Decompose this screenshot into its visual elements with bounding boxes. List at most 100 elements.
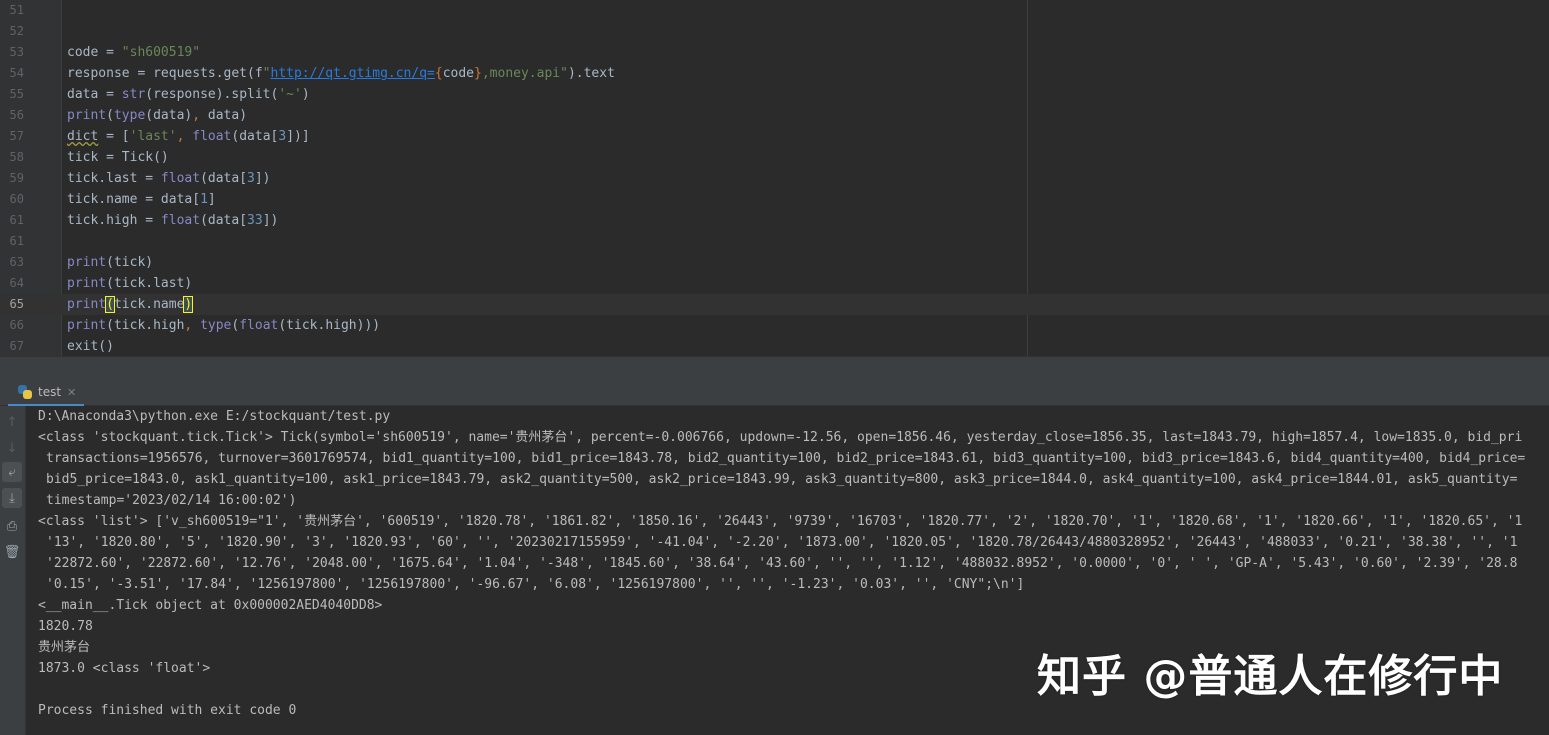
code-token: (response).split(: [145, 87, 279, 102]
code-line[interactable]: 63 print(tick): [0, 252, 1549, 273]
code-text: tick.last = float(data[3]): [67, 168, 271, 189]
code-token: code: [442, 66, 475, 81]
code-token: 'last': [129, 129, 177, 144]
line-number: 66: [9, 318, 24, 332]
code-line[interactable]: 60 tick.name = data[1]: [0, 189, 1549, 210]
code-token: print: [67, 318, 107, 333]
code-token: 1: [200, 192, 208, 207]
code-token: ]): [262, 213, 279, 228]
code-text: tick.high = float(data[33]): [67, 210, 278, 231]
console-line: '13', '1820.80', '5', '1820.90', '3', '1…: [46, 535, 1518, 550]
line-number: 67: [9, 339, 24, 353]
code-line[interactable]: 67 exit(): [0, 336, 1549, 356]
code-token: type: [113, 108, 146, 123]
code-text: print(tick.high, type(float(tick.high))): [67, 315, 380, 336]
code-line[interactable]: 58 tick = Tick(): [0, 147, 1549, 168]
code-token: http://qt.gtimg.cn/q=: [270, 66, 435, 81]
code-token: float: [239, 318, 279, 333]
code-token: data =: [67, 87, 122, 102]
line-number: 64: [9, 276, 24, 290]
code-token: ,: [184, 318, 201, 333]
line-number: 61: [9, 213, 24, 227]
code-token: (data): [145, 108, 193, 123]
line-number: 51: [9, 3, 24, 17]
line-number: 52: [9, 24, 24, 38]
code-token: ): [183, 296, 194, 313]
code-text: code = "sh600519": [67, 42, 200, 63]
console-line: '22872.60', '22872.60', '12.76', '2048.0…: [46, 556, 1518, 571]
code-token: ): [301, 87, 310, 102]
code-line[interactable]: 51: [0, 0, 1549, 21]
code-token: print: [67, 255, 107, 270]
code-editor[interactable]: 51 52 53 code = "sh600519" 54 response = requ…: [0, 0, 1549, 356]
tab-run-test[interactable]: test ✕: [8, 380, 85, 406]
print-icon[interactable]: ⎙: [2, 516, 22, 536]
line-number: 55: [9, 87, 24, 101]
rerun-up-icon[interactable]: ↑: [2, 412, 22, 432]
code-line[interactable]: 52: [0, 21, 1549, 42]
console-line: transactions=1956576, turnover=360176957…: [46, 451, 1526, 466]
trash-icon[interactable]: 🗑: [2, 542, 22, 562]
code-line[interactable]: 56 print(type(data), data): [0, 105, 1549, 126]
code-text: print(type(data), data): [67, 105, 247, 126]
soft-wrap-icon[interactable]: ⤶: [2, 462, 22, 482]
run-panel-header: test ✕: [0, 380, 1549, 406]
code-text: tick = Tick(): [67, 147, 169, 168]
code-text: dict = ['last', float(data[3])]: [67, 126, 310, 147]
line-number: 58: [9, 150, 24, 164]
code-token: 3: [278, 129, 287, 144]
code-line[interactable]: 53 code = "sh600519": [0, 42, 1549, 63]
code-token: tick.last =: [67, 171, 161, 186]
code-token: type: [200, 318, 232, 333]
line-number: 65: [9, 297, 24, 311]
close-icon[interactable]: ✕: [67, 386, 76, 399]
code-line[interactable]: 59 tick.last = float(data[3]): [0, 168, 1549, 189]
code-line[interactable]: 57 dict = ['last', float(data[3])]: [0, 126, 1549, 147]
console-line: D:\Anaconda3\python.exe E:/stockquant/te…: [38, 409, 391, 424]
panel-splitter[interactable]: [0, 356, 1549, 381]
code-token: 33: [247, 213, 263, 228]
code-token: (tick.high))): [278, 318, 381, 333]
python-icon: [18, 385, 32, 399]
scroll-to-end-icon[interactable]: ⤓: [2, 488, 22, 508]
line-number: 56: [9, 108, 24, 122]
code-line[interactable]: 66 print(tick.high, type(float(tick.high)…: [0, 315, 1549, 336]
scroll-down-icon[interactable]: ↓: [2, 438, 22, 458]
code-text: print(tick): [67, 252, 153, 273]
code-line[interactable]: 54 response = requests.get(f"http://qt.gt…: [0, 63, 1549, 84]
code-token: ])]: [286, 129, 310, 144]
code-token: ,money.api": [481, 66, 568, 81]
code-line[interactable]: 55 data = str(response).split('~'): [0, 84, 1549, 105]
console-line: <class 'list'> ['v_sh600519="1', '贵州茅台',…: [38, 514, 1523, 529]
code-text: print(tick.name): [67, 294, 194, 315]
code-token: exit(): [67, 339, 114, 354]
code-text: tick.name = data[1]: [67, 189, 216, 210]
code-token: float: [192, 129, 232, 144]
code-token: {: [434, 66, 443, 81]
code-token: data): [207, 108, 248, 123]
run-toolbar: ↑ ↓ ⤶ ⤓ ⎙ 🗑: [0, 406, 26, 735]
code-token: str: [121, 87, 146, 102]
code-token: (: [105, 296, 115, 313]
console-line: 1873.0 <class 'float'>: [38, 661, 211, 676]
code-line[interactable]: 61 tick.high = float(data[33]): [0, 210, 1549, 231]
code-token: tick.name: [113, 297, 185, 312]
code-token: float: [160, 171, 201, 186]
code-token: ).text: [567, 66, 615, 81]
code-token: (tick.last): [106, 276, 193, 291]
code-text: exit(): [67, 336, 114, 356]
code-token: '~': [278, 87, 302, 102]
line-number: 59: [9, 171, 24, 185]
code-token: 3: [247, 171, 255, 186]
line-number: 63: [9, 255, 24, 269]
code-line[interactable]: 64 print(tick.last): [0, 273, 1549, 294]
code-line[interactable]: 61: [0, 231, 1549, 252]
code-text: print(tick.last): [67, 273, 192, 294]
line-number: 54: [9, 66, 24, 80]
code-token: = [: [98, 129, 130, 144]
console-line: <__main__.Tick object at 0x000002AED4040…: [38, 598, 383, 613]
watermark-text: 知乎 @普通人在修行中: [1037, 651, 1504, 702]
code-line[interactable]: 65 print(tick.name): [0, 294, 1549, 315]
code-token: ": [262, 66, 271, 81]
code-token: (data[: [200, 213, 248, 228]
